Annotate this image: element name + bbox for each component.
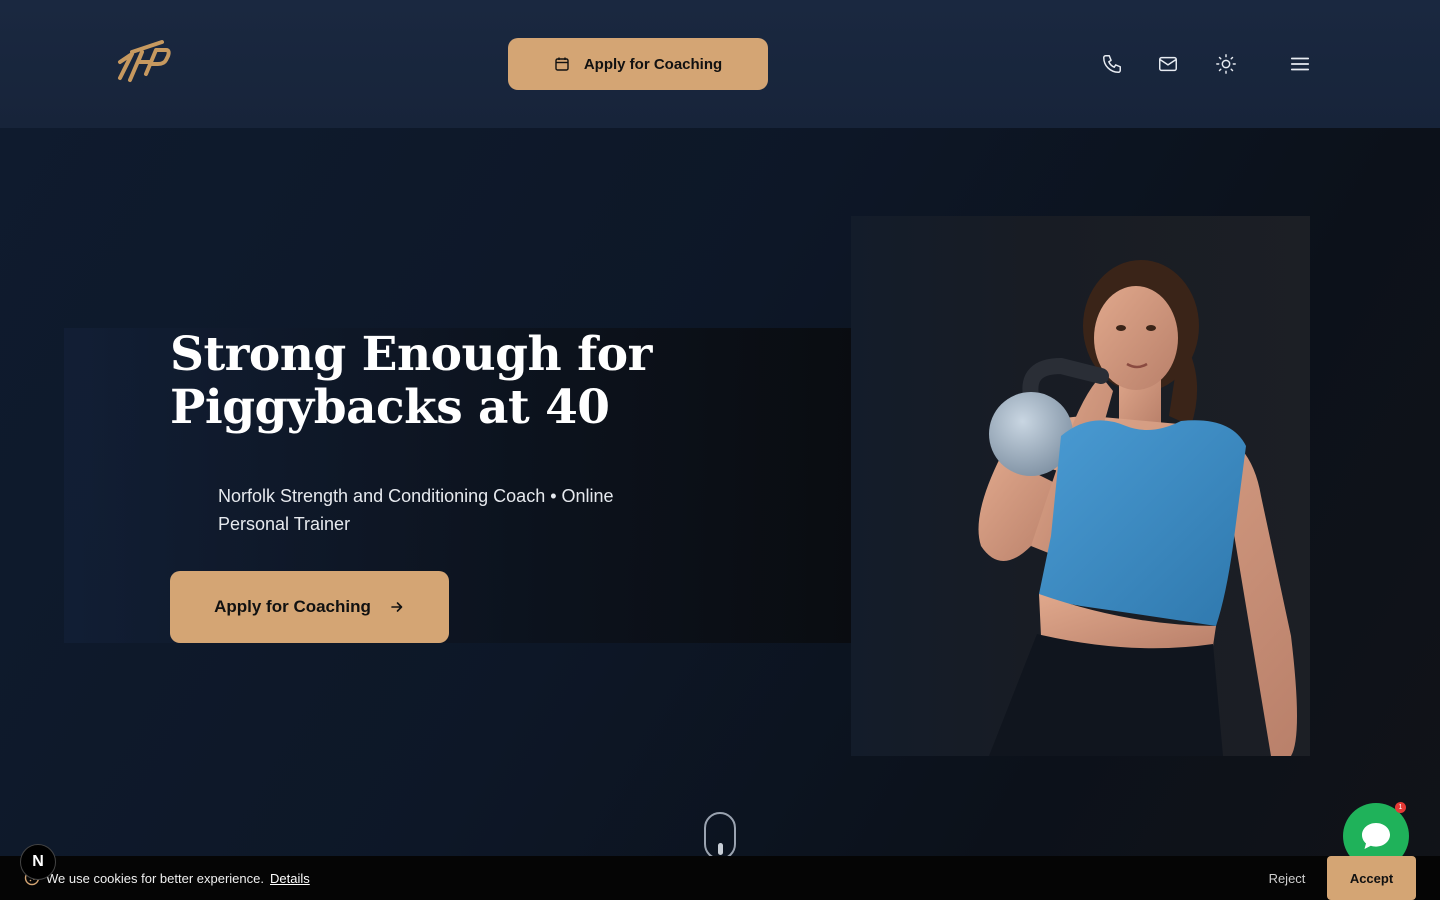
dev-tools-badge[interactable]: N [20,844,56,880]
trainer-photo [851,216,1310,756]
scroll-indicator-dot [718,843,723,855]
scroll-indicator[interactable] [704,812,736,860]
cookie-accept-button[interactable]: Accept [1327,856,1416,900]
calendar-icon [555,57,569,71]
hero-subtitle-line1: Norfolk Strength and Conditioning Coach … [218,486,614,506]
hero-headline: Strong Enough for Piggybacks at 40 [170,328,770,434]
cookie-message: We use cookies for better experience. [46,871,264,886]
arrow-right-icon [391,602,403,612]
apply-coaching-hero-button[interactable]: Apply for Coaching [170,571,449,643]
apply-coaching-header-label: Apply for Coaching [583,55,723,73]
logo-mark-icon [118,40,171,82]
apply-coaching-hero-label: Apply for Coaching [214,597,371,616]
trainer-illustration [978,260,1297,756]
apply-coaching-header-button[interactable]: Apply for Coaching [508,38,768,90]
hero-subtitle-line2: Personal Trainer [218,514,351,534]
hero-subtitle: Norfolk Strength and Conditioning Coach … [218,482,678,538]
hero-headline-line1: Strong Enough for [170,327,652,382]
mail-icon[interactable] [1154,50,1182,78]
dev-tools-badge-label: N [32,853,44,870]
cookie-details-link[interactable]: Details [270,871,310,886]
logo[interactable] [112,38,172,86]
sun-icon[interactable] [1212,50,1240,78]
chat-bubble-icon [1362,823,1390,849]
site-header: Apply for Coaching [0,0,1440,128]
cookie-reject-button[interactable]: Reject [1256,868,1318,888]
phone-icon[interactable] [1098,50,1126,78]
menu-icon[interactable] [1286,50,1314,78]
chat-notification-badge: 1 [1395,802,1406,813]
hero-headline-line2: Piggybacks at 40 [170,380,610,435]
hero-section: Strong Enough for Piggybacks at 40 Norfo… [0,128,1440,900]
cookie-banner: We use cookies for better experience. De… [0,856,1440,900]
